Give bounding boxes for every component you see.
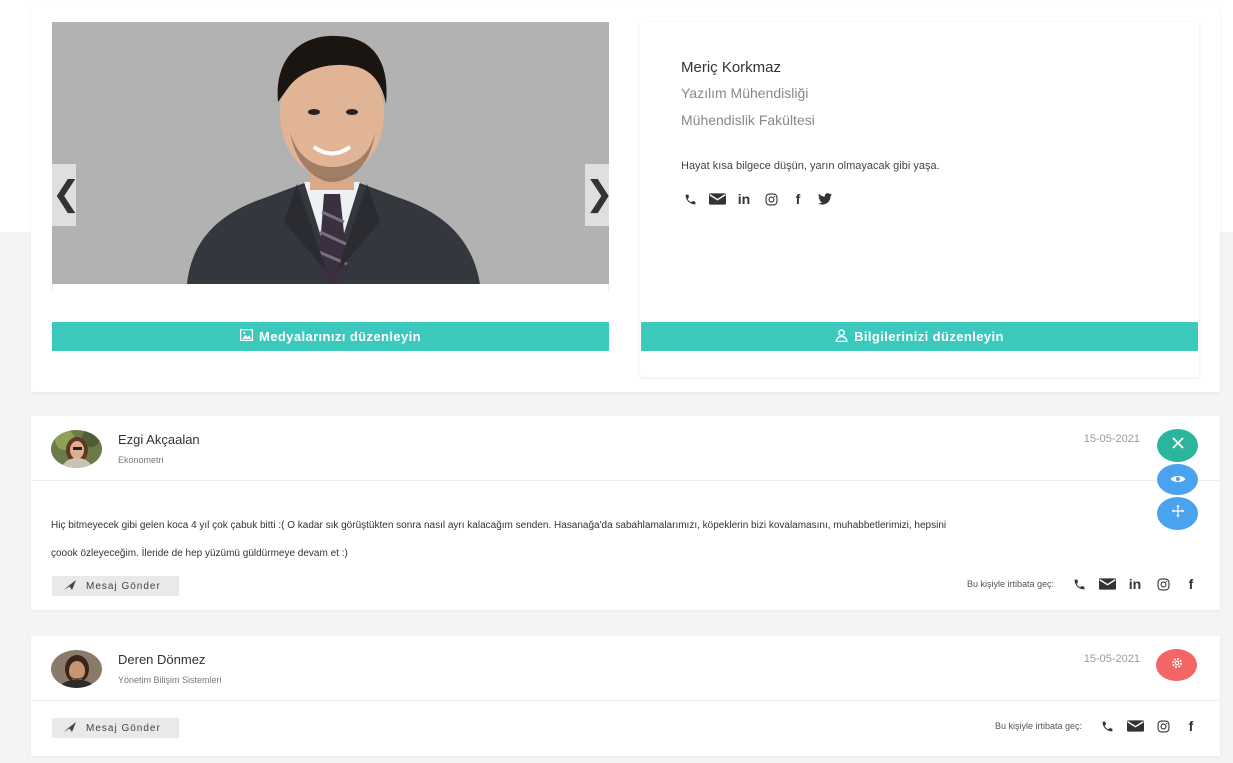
post-message-line: Hiç bitmeyecek gibi gelen koca 4 yıl çok… (51, 520, 947, 531)
profile-department: Yazılım Mühendisliği (681, 85, 809, 101)
instagram-icon[interactable] (762, 190, 780, 208)
post-date: 15-05-2021 (1083, 653, 1140, 665)
linkedin-icon[interactable]: in (735, 190, 753, 208)
edit-media-button[interactable]: Medyalarınızı düzenleyin (52, 322, 609, 351)
send-message-label: Mesaj Gönder (86, 580, 161, 592)
carousel-next-button[interactable]: ❯ (585, 164, 609, 226)
edit-media-label: Medyalarınızı düzenleyin (258, 329, 422, 344)
media-frame (52, 284, 609, 292)
twitter-icon[interactable] (816, 190, 834, 208)
delete-post-button[interactable] (1157, 429, 1198, 462)
profile-social-links: in f (681, 190, 834, 208)
edit-info-label: Bilgilerinizi düzenleyin (854, 329, 1004, 344)
facebook-icon[interactable]: f (1182, 575, 1200, 593)
facebook-icon[interactable]: f (1182, 717, 1200, 735)
contact-bar: Bu kişiyle irtibata geç: f (995, 717, 1200, 735)
edit-info-button[interactable]: Bilgilerinizi düzenleyin (641, 322, 1198, 351)
profile-faculty: Mühendislik Fakültesi (681, 112, 815, 128)
post-author-role: Ekonometri (118, 455, 164, 465)
instagram-icon[interactable] (1154, 717, 1172, 735)
post-card: Ezgi Akçaalan Ekonometri 15-05-2021 Hiç … (31, 416, 1220, 610)
move-post-button[interactable] (1157, 497, 1198, 530)
profile-photo (52, 22, 609, 284)
post-header: Deren Dönmez Yönetim Bilişim Sistemleri … (31, 636, 1220, 701)
send-message-button[interactable]: Mesaj Gönder (52, 718, 179, 738)
mail-icon[interactable] (708, 190, 726, 208)
post-header: Ezgi Akçaalan Ekonometri 15-05-2021 (31, 416, 1220, 481)
eye-icon (1170, 471, 1186, 489)
post-date: 15-05-2021 (1083, 433, 1140, 445)
send-message-label: Mesaj Gönder (86, 722, 161, 734)
post-card: Deren Dönmez Yönetim Bilişim Sistemleri … (31, 636, 1220, 756)
phone-icon[interactable] (1098, 717, 1116, 735)
contact-icons: in f (1070, 575, 1200, 593)
post-message: Hiç bitmeyecek gibi gelen koca 4 yıl çok… (51, 512, 1176, 568)
mail-icon[interactable] (1098, 575, 1116, 593)
profile-quote: Hayat kısa bilgece düşün, yarın olmayaca… (681, 160, 940, 172)
contact-label: Bu kişiyle irtibata geç: (966, 579, 1054, 589)
post-author-name[interactable]: Deren Dönmez (118, 652, 205, 667)
post-message-line: çoook özleyeceğim. İleride de hep yüzümü… (51, 548, 348, 559)
post-author-name[interactable]: Ezgi Akçaalan (118, 432, 200, 447)
profile-card: ❮ ❯ Meriç Korkmaz Yazılım Mühendisliği M… (31, 6, 1220, 392)
phone-icon[interactable] (1070, 575, 1088, 593)
instagram-icon[interactable] (1154, 575, 1172, 593)
avatar[interactable] (51, 650, 102, 688)
image-icon (239, 328, 254, 344)
phone-icon[interactable] (681, 190, 699, 208)
gear-icon (1170, 656, 1184, 675)
toggle-visibility-button[interactable] (1157, 464, 1198, 495)
send-message-button[interactable]: Mesaj Gönder (52, 576, 179, 596)
profile-name: Meriç Korkmaz (681, 59, 782, 76)
paper-plane-icon (64, 579, 76, 593)
mail-icon[interactable] (1126, 717, 1144, 735)
user-icon (835, 328, 848, 345)
post-author-role: Yönetim Bilişim Sistemleri (118, 675, 222, 685)
close-icon (1171, 436, 1185, 455)
paper-plane-icon (64, 721, 76, 735)
carousel-prev-button[interactable]: ❮ (52, 164, 81, 226)
media-carousel: ❮ ❯ (52, 22, 609, 284)
move-icon (1171, 504, 1185, 523)
contact-bar: Bu kişiyle irtibata geç: in f (967, 575, 1200, 593)
facebook-icon[interactable]: f (789, 190, 807, 208)
contact-label: Bu kişiyle irtibata geç: (994, 721, 1082, 731)
post-settings-button[interactable] (1156, 649, 1197, 681)
linkedin-icon[interactable]: in (1126, 575, 1144, 593)
avatar[interactable] (51, 430, 102, 468)
contact-icons: f (1098, 717, 1200, 735)
